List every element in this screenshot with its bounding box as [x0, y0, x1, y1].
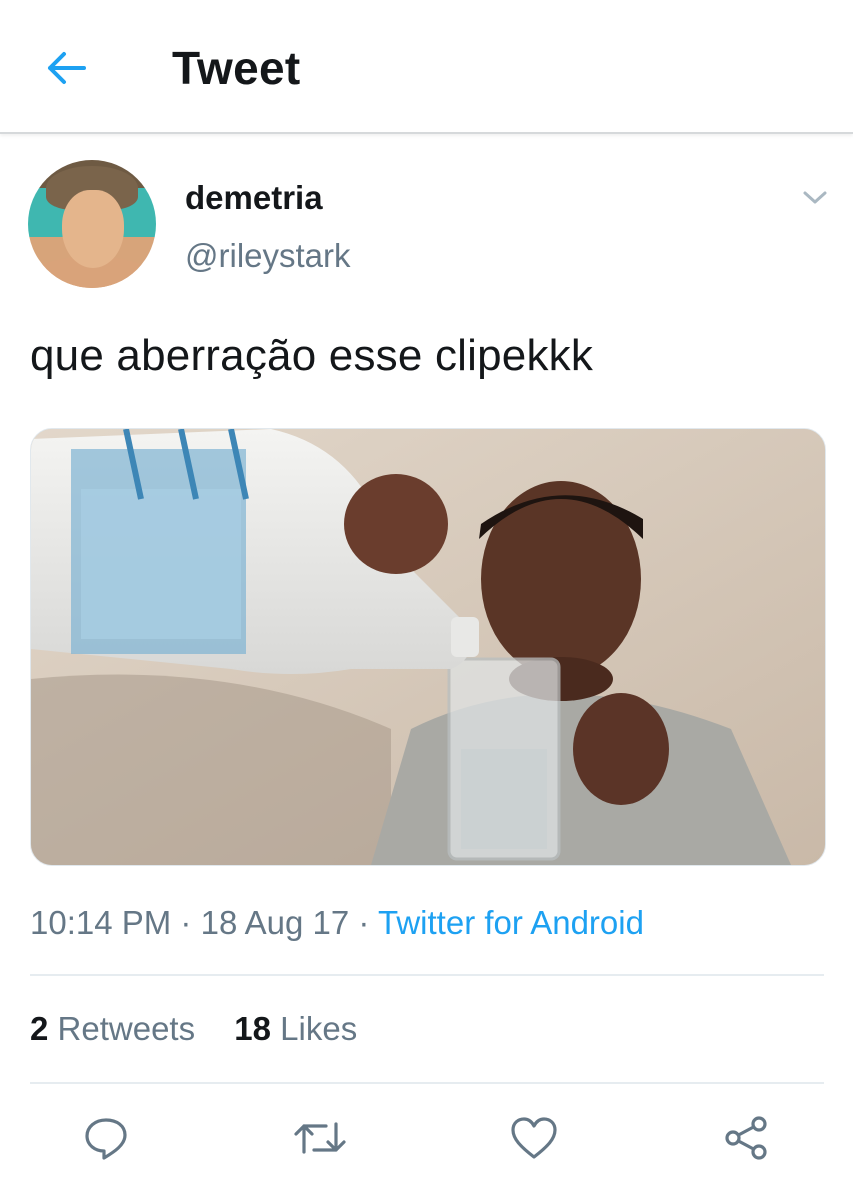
likes-count: 18 [234, 1010, 271, 1047]
divider [30, 974, 824, 976]
tweet-metadata: 10:14 PM · 18 Aug 17 · Twitter for Andro… [30, 902, 644, 944]
like-button[interactable] [506, 1110, 562, 1166]
meme-photo [31, 429, 825, 865]
reply-icon [85, 1118, 127, 1160]
tweet-text: que aberração esse clipekkk [30, 331, 594, 380]
reply-button[interactable] [78, 1110, 134, 1166]
retweets-count: 2 [30, 1010, 49, 1047]
retweet-button[interactable] [292, 1110, 348, 1166]
tweet-stats: 2 Retweets 18 Likes [30, 1008, 387, 1050]
arrow-left-icon [48, 52, 86, 84]
share-icon [725, 1116, 767, 1160]
tweet-time: 10:14 PM [30, 904, 172, 941]
back-button[interactable] [40, 44, 92, 92]
tweet-date: 18 Aug 17 [200, 904, 350, 941]
display-name[interactable]: demetria [185, 178, 323, 218]
retweets-stat[interactable]: 2 Retweets [30, 1010, 195, 1047]
tweet-media[interactable] [30, 428, 826, 866]
avatar[interactable] [28, 160, 156, 288]
tweet-menu-button[interactable] [800, 184, 830, 210]
user-handle[interactable]: @rileystark [185, 236, 351, 276]
retweet-icon [294, 1122, 346, 1154]
page-title: Tweet [172, 42, 301, 94]
divider [30, 1082, 824, 1084]
tweet-source-link[interactable]: Twitter for Android [378, 904, 644, 941]
heart-icon [511, 1117, 557, 1159]
top-bar: Tweet [0, 0, 853, 134]
meta-separator: · [358, 904, 370, 941]
likes-label: Likes [280, 1010, 358, 1047]
share-button[interactable] [718, 1110, 774, 1166]
meta-separator: · [180, 904, 192, 941]
retweets-label: Retweets [57, 1010, 196, 1047]
likes-stat[interactable]: 18 Likes [234, 1010, 357, 1047]
chevron-down-icon [803, 191, 827, 204]
